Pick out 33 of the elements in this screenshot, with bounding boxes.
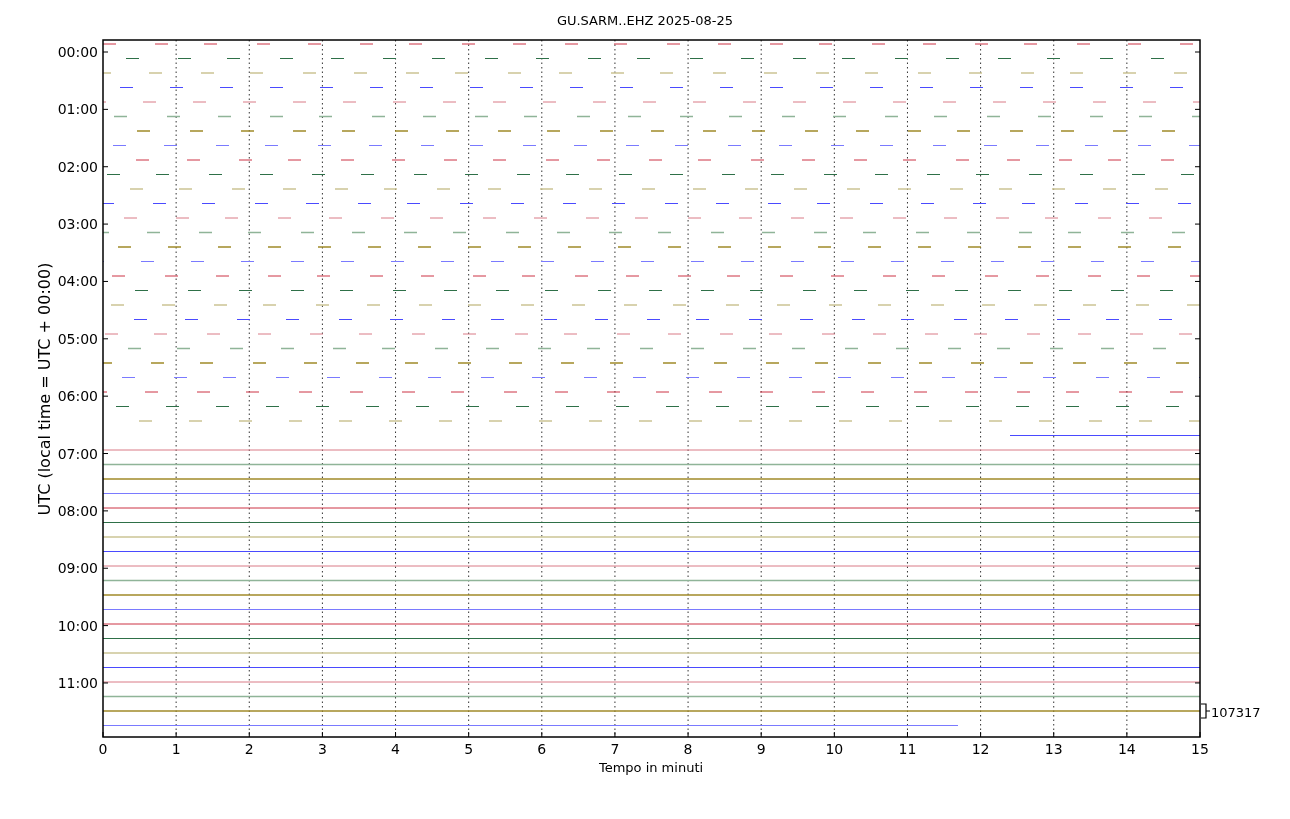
x-tick-label: 6 (537, 741, 547, 757)
x-tick-label: 10 (825, 741, 844, 757)
y-tick-label: 10:00 (57, 617, 98, 634)
x-axis-label: Tempo in minuti (598, 760, 704, 775)
y-tick-label: 05:00 (57, 330, 98, 347)
x-tick-label: 2 (244, 741, 254, 757)
x-tick-label: 12 (971, 741, 990, 757)
y-tick-label: 04:00 (57, 273, 98, 290)
chart-title: GU.SARM..EHZ 2025-08-25 (556, 13, 734, 28)
y-tick-label: 06:00 (57, 388, 98, 405)
x-tick-label: 0 (98, 741, 108, 757)
x-tick-label: 8 (683, 741, 693, 757)
x-tick-label: 4 (391, 741, 400, 757)
y-tick-label: 08:00 (57, 502, 98, 519)
y-tick-label: 11:00 (57, 674, 98, 691)
y-axis-label: UTC (local time = UTC + 00:00) (35, 262, 54, 516)
x-tick-label: 5 (464, 741, 474, 757)
x-tick-label: 13 (1044, 741, 1063, 757)
x-tick-label: 11 (898, 741, 917, 757)
scale-bracket (1200, 703, 1211, 719)
x-tick-label: 15 (1191, 741, 1209, 757)
x-tick-label: 1 (171, 741, 181, 757)
y-tick-label: 03:00 (57, 216, 98, 233)
y-tick-label: 07:00 (57, 445, 98, 462)
x-tick-label: 7 (610, 741, 620, 757)
scale-label: 107317 (1211, 705, 1261, 720)
y-tick-label: 09:00 (57, 560, 98, 577)
x-tick-label: 3 (317, 741, 327, 757)
y-tick-label: 00:00 (57, 44, 98, 60)
y-tick-label: 02:00 (57, 158, 98, 175)
x-tick-label: 9 (756, 741, 766, 757)
x-tick-label: 14 (1117, 741, 1136, 757)
y-tick-label: 01:00 (57, 101, 98, 118)
